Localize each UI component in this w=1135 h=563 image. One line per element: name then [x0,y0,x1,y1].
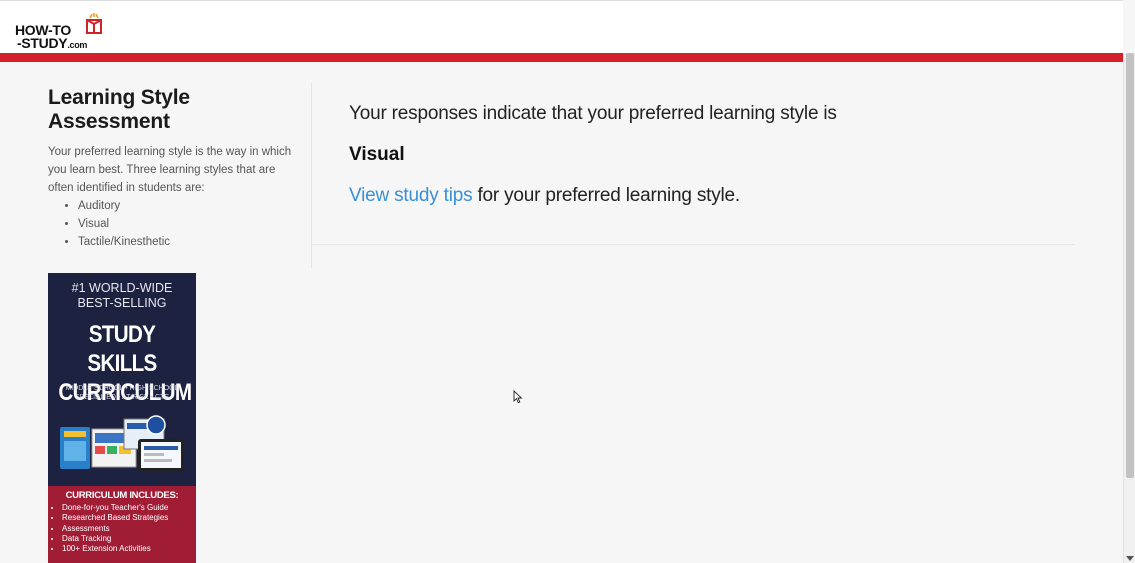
sidebar-title: Learning Style Assessment [48,86,190,133]
page-scrollbar[interactable] [1123,53,1135,563]
view-study-tips-link[interactable]: View study tips [349,185,473,206]
ad-tagline: #1 WORLD-WIDE BEST-SELLING [48,281,196,311]
content-divider [312,244,1075,245]
ad-headline-line: STUDY SKILLS [87,321,157,377]
result-intro-text: Your responses indicate that your prefer… [349,103,837,124]
list-item: Researched Based Strategies [62,513,168,523]
ad-audience: MIDDLE SCHOOL • HIGH SCHOOL SPECIAL ED •… [48,384,196,402]
study-tips-line: View study tips for your preferred learn… [349,182,1075,210]
column-divider [311,83,312,268]
gift-box-icon [86,13,102,34]
list-item: 100+ Extension Activities [62,544,168,554]
assessment-result: Your responses indicate that your prefer… [349,100,1075,210]
ad-audience-line: SPECIAL ED • AT-RISK • CTE [75,394,169,401]
list-item: Auditory [78,197,293,215]
ad-audience-line: MIDDLE SCHOOL • HIGH SCHOOL [65,385,179,392]
how-to-study-logo[interactable]: HOW-TO -STUDY.com [15,12,107,51]
header-accent-bar [0,53,1123,62]
mouse-cursor-icon [513,390,523,404]
ad-includes-title: CURRICULUM INCLUDES: [65,490,179,501]
scroll-down-arrow-icon[interactable] [1126,556,1134,561]
scrollbar-thumb[interactable] [1126,53,1134,478]
curriculum-products-image [60,415,184,471]
study-tips-suffix: for your preferred learning style. [472,185,740,206]
page: HOW-TO -STUDY.com Learning Style Assessm… [0,0,1135,563]
list-item: Tactile/Kinesthetic [78,233,293,251]
result-learning-style: Visual [349,144,405,165]
list-item: Data Tracking [62,534,168,544]
ad-tagline-line: #1 WORLD-WIDE [71,281,173,295]
ad-includes-panel: CURRICULUM INCLUDES: Done-for-you Teache… [48,486,196,563]
list-item: Visual [78,215,293,233]
site-header: HOW-TO -STUDY.com [0,0,1123,53]
list-item: Done-for-you Teacher's Guide [62,503,168,513]
ad-includes-list: Done-for-you Teacher's Guide Researched … [52,503,168,554]
list-item: Assessments [62,524,168,534]
logo-text-bottom: -STUDY.com [17,35,88,51]
sidebar: Learning Style Assessment Your preferred… [48,86,293,251]
curriculum-ad-banner[interactable]: #1 WORLD-WIDE BEST-SELLING STUDY SKILLS … [48,273,196,563]
learning-style-list: Auditory Visual Tactile/Kinesthetic [48,197,293,251]
ad-tagline-line: BEST-SELLING [77,296,167,310]
sidebar-description: Your preferred learning style is the way… [48,146,292,194]
